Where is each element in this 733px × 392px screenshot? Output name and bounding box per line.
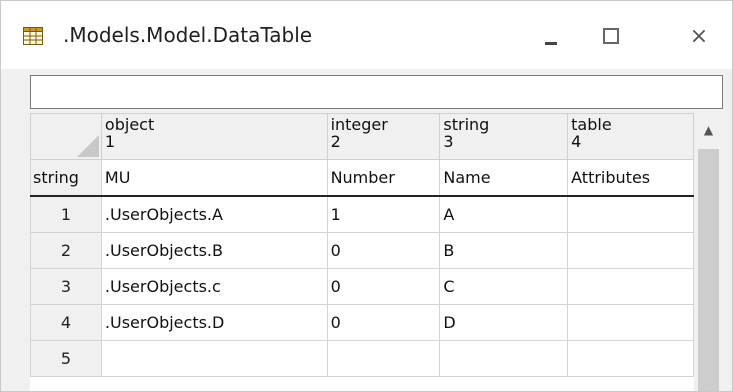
column-type-header-row: object 1 integer 2 string 3 table 4	[30, 113, 694, 160]
column-label-name[interactable]: Name	[439, 159, 569, 197]
table-cell[interactable]	[439, 340, 569, 377]
window-title: .Models.Model.DataTable	[63, 23, 313, 47]
table-cell[interactable]: A	[439, 195, 569, 233]
maximize-icon	[603, 28, 619, 44]
select-all-corner[interactable]	[30, 113, 102, 160]
maximize-button[interactable]	[581, 13, 641, 59]
table-cell[interactable]: .UserObjects.A	[100, 195, 328, 233]
row-header[interactable]: 3	[30, 268, 102, 305]
table-cell[interactable]	[567, 232, 694, 269]
table-cell[interactable]: D	[439, 304, 569, 341]
data-grid[interactable]: object 1 integer 2 string 3 table 4 string M…	[30, 113, 694, 391]
column-index: 1	[104, 132, 116, 151]
table-row: 3 .UserObjects.c 0 C	[30, 268, 694, 305]
scrollbar-thumb[interactable]	[698, 149, 719, 391]
column-header-integer[interactable]: integer 2	[326, 113, 441, 160]
column-header-string[interactable]: string 3	[439, 113, 569, 160]
table-cell[interactable]	[567, 340, 694, 377]
filter-input[interactable]	[30, 75, 723, 109]
minimize-button[interactable]	[521, 13, 581, 59]
table-cell[interactable]	[567, 195, 694, 233]
table-cell[interactable]: .UserObjects.D	[100, 304, 328, 341]
title-bar[interactable]: .Models.Model.DataTable ×	[1, 1, 732, 69]
column-label-attributes[interactable]: Attributes	[567, 159, 694, 197]
table-cell[interactable]: 0	[326, 304, 441, 341]
table-row: 2 .UserObjects.B 0 B	[30, 232, 694, 269]
column-label-row: string MU Number Name Attributes	[30, 159, 694, 197]
row-header[interactable]: 2	[30, 232, 102, 269]
chevron-up-icon: ▲	[703, 122, 714, 137]
column-label-number[interactable]: Number	[326, 159, 441, 197]
column-index: 2	[330, 132, 341, 151]
column-index: 4	[571, 132, 582, 151]
column-header-object[interactable]: object 1	[100, 113, 328, 160]
minimize-icon	[545, 41, 557, 45]
vertical-scrollbar[interactable]: ▲	[694, 113, 723, 391]
table-row: 5	[30, 340, 694, 377]
table-cell[interactable]: .UserObjects.B	[100, 232, 328, 269]
row-header[interactable]: 4	[30, 304, 102, 341]
scroll-up-button[interactable]: ▲	[694, 113, 723, 146]
table-row: 1 .UserObjects.A 1 A	[30, 195, 694, 233]
table-row: 4 .UserObjects.D 0 D	[30, 304, 694, 341]
close-icon: ×	[689, 23, 709, 49]
row-header-label: string	[30, 159, 102, 197]
table-cell[interactable]: 1	[326, 195, 441, 233]
table-cell[interactable]	[326, 340, 441, 377]
table-cell[interactable]: .UserObjects.c	[100, 268, 328, 305]
grid-table-icon	[23, 27, 43, 45]
table-cell[interactable]	[567, 268, 694, 305]
table-cell[interactable]: C	[439, 268, 569, 305]
table-cell[interactable]	[567, 304, 694, 341]
table-cell[interactable]: 0	[326, 232, 441, 269]
column-label-mu[interactable]: MU	[100, 159, 328, 197]
close-button[interactable]: ×	[669, 13, 729, 59]
table-cell[interactable]	[100, 340, 328, 377]
datatable-window: .Models.Model.DataTable × object 1 intege…	[0, 0, 733, 392]
data-table: object 1 integer 2 string 3 table 4 string M…	[30, 113, 694, 377]
table-cell[interactable]: B	[439, 232, 569, 269]
corner-triangle-icon	[76, 135, 99, 157]
column-header-table[interactable]: table 4	[567, 113, 694, 160]
row-header[interactable]: 1	[30, 195, 102, 233]
row-header[interactable]: 5	[30, 340, 102, 377]
table-cell[interactable]: 0	[326, 268, 441, 305]
column-index: 3	[443, 132, 454, 151]
